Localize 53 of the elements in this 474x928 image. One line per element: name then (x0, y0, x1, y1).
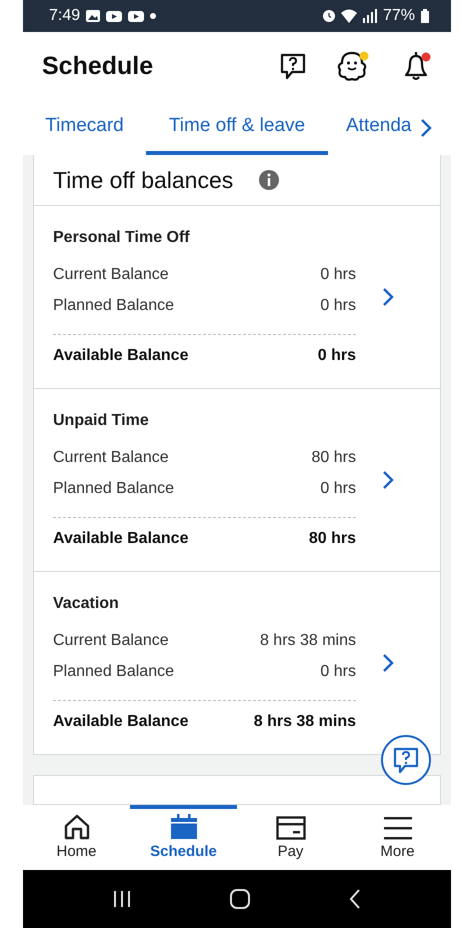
home-button-icon[interactable] (228, 888, 251, 910)
recent-apps-icon[interactable] (112, 889, 132, 909)
chevron-right-icon[interactable] (382, 653, 394, 673)
tab[interactable]: Timecard (23, 100, 146, 155)
gallery-icon (86, 10, 100, 22)
balance-label: Current Balance (53, 448, 169, 466)
info-icon[interactable] (259, 170, 280, 190)
nav-item[interactable]: Home (23, 805, 130, 870)
menu-icon (384, 816, 412, 840)
chevron-right-icon[interactable] (382, 287, 394, 307)
help-chat-icon[interactable] (279, 52, 307, 80)
balance-type: Vacation (53, 595, 120, 613)
available-label: Available Balance (53, 530, 188, 548)
balance-value: 0 hrs (320, 296, 356, 314)
chevron-right-icon[interactable] (382, 470, 394, 490)
signal-icon (362, 9, 377, 23)
calendar-icon (170, 814, 198, 840)
card-icon (276, 816, 306, 840)
available-label: Available Balance (53, 713, 188, 731)
available-label: Available Balance (53, 347, 188, 365)
balance-label: Planned Balance (53, 296, 174, 314)
ghost-icon[interactable] (337, 50, 371, 82)
balance-value: 0 hrs (320, 480, 356, 498)
wifi-icon (340, 9, 357, 23)
chevron-right-icon[interactable] (420, 118, 432, 138)
page-title: Schedule (42, 52, 154, 80)
clock: 7:49 (49, 7, 80, 25)
balance-value: 0 hrs (320, 266, 356, 284)
help-chat-icon (392, 746, 420, 774)
balance-label: Current Balance (53, 266, 169, 284)
balance-label: Planned Balance (53, 480, 174, 498)
nav-item[interactable]: More (344, 805, 451, 870)
battery-icon (421, 9, 429, 23)
nav-item[interactable]: Pay (237, 805, 344, 870)
play-icon (106, 10, 122, 22)
card-title: Time off balances (53, 166, 234, 194)
alarm-icon (322, 10, 335, 22)
balance-value: 0 hrs (320, 662, 356, 680)
available-value: 8 hrs 38 mins (254, 713, 356, 731)
balance-type: Personal Time Off (53, 229, 191, 247)
available-value: 0 hrs (318, 347, 356, 365)
balance-label: Planned Balance (53, 662, 174, 680)
balance-type: Unpaid Time (53, 412, 150, 430)
back-icon[interactable] (348, 888, 362, 910)
tab[interactable]: Attenda (328, 100, 412, 155)
balance-value: 8 hrs 38 mins (260, 632, 356, 650)
notification-dot-icon (150, 13, 156, 19)
balance-value: 80 hrs (312, 448, 356, 466)
balance-label: Current Balance (53, 632, 169, 650)
available-value: 80 hrs (308, 530, 356, 548)
battery-percent: 77% (382, 7, 415, 25)
play-icon (128, 10, 144, 22)
home-icon (62, 814, 90, 840)
